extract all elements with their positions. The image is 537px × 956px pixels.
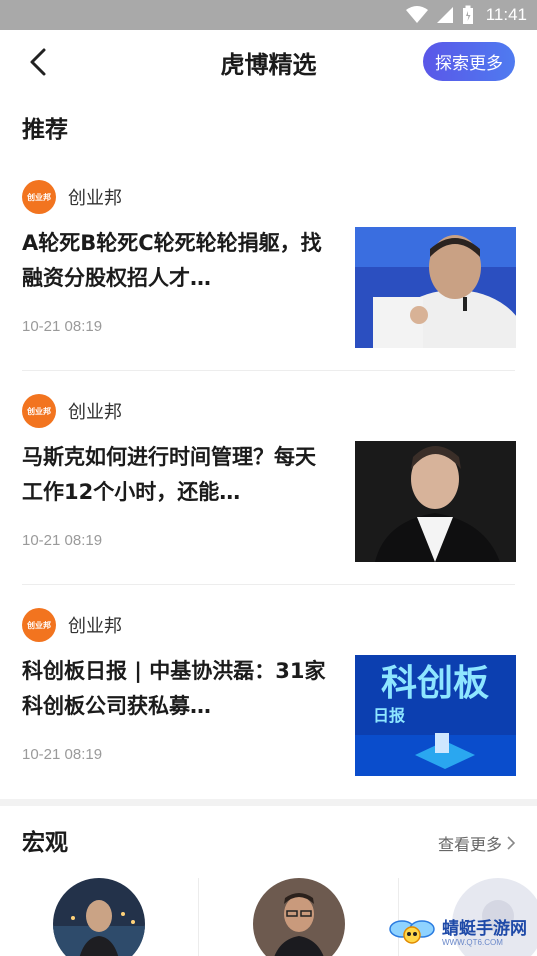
- analyst-avatar[interactable]: [53, 878, 145, 956]
- banner-big-text: 科创板: [381, 663, 489, 704]
- banner-small-text: 日报: [373, 706, 405, 725]
- signal-icon: [436, 7, 453, 23]
- battery-icon: [462, 5, 473, 24]
- article-time: 10-21 08:19: [22, 746, 103, 763]
- source-logo: 创业邦: [22, 608, 56, 642]
- status-bar: 11:41: [0, 0, 537, 30]
- clock: 11:41: [485, 5, 527, 24]
- article-thumbnail[interactable]: [355, 441, 516, 562]
- article-source: 创业邦 创业邦: [22, 608, 122, 642]
- article-card[interactable]: 创业邦 创业邦 马斯克如何进行时间管理？每天工作12个小时，还能… 10-21 …: [0, 394, 537, 608]
- news-banner-image: 科创板 日报: [355, 655, 516, 776]
- source-name: 创业邦: [68, 188, 122, 209]
- avatar-photo: [53, 878, 145, 956]
- watermark-url: WWW.QT6.COM: [442, 937, 503, 947]
- recommend-section-title: 推荐: [22, 117, 68, 143]
- article-time: 10-21 08:19: [22, 532, 103, 549]
- source-name: 创业邦: [68, 616, 122, 637]
- source-name: 创业邦: [68, 402, 122, 423]
- analyst-avatar[interactable]: [253, 878, 345, 956]
- status-icons: 11:41: [405, 0, 537, 30]
- article-thumbnail[interactable]: [355, 227, 516, 348]
- portrait-image: [355, 227, 516, 348]
- article-divider: [22, 370, 515, 371]
- source-logo: 创业邦: [22, 180, 56, 214]
- portrait-image: [355, 441, 516, 562]
- view-more-link[interactable]: 查看更多: [438, 831, 515, 855]
- chevron-right-icon: [507, 836, 515, 850]
- macro-section-title: 宏观: [22, 830, 68, 856]
- watermark: 蜻蜓手游网 WWW.QT6.COM: [388, 915, 527, 951]
- article-card[interactable]: 创业邦 创业邦 A轮死B轮死C轮死轮轮捐躯，找融资分股权招人才… 10-21 0…: [0, 180, 537, 394]
- watermark-name: 蜻蜓手游网: [442, 918, 527, 939]
- article-title[interactable]: 科创板日报 | 中基协洪磊：31家科创板公司获私募…: [22, 654, 327, 724]
- avatar-photo: [253, 878, 345, 956]
- article-thumbnail[interactable]: 科创板 日报: [355, 655, 516, 776]
- explore-more-button[interactable]: 探索更多: [423, 42, 515, 81]
- article-title[interactable]: A轮死B轮死C轮死轮轮捐躯，找融资分股权招人才…: [22, 226, 327, 296]
- article-card[interactable]: 创业邦 创业邦 科创板日报 | 中基协洪磊：31家科创板公司获私募… 10-21…: [0, 608, 537, 822]
- article-title[interactable]: 马斯克如何进行时间管理？每天工作12个小时，还能…: [22, 440, 327, 510]
- article-divider: [22, 584, 515, 585]
- article-time: 10-21 08:19: [22, 318, 103, 335]
- view-more-label: 查看更多: [437, 835, 502, 854]
- dragonfly-logo-icon: [389, 920, 435, 944]
- section-divider: [0, 799, 537, 806]
- column-divider: [198, 878, 199, 956]
- source-logo: 创业邦: [22, 394, 56, 428]
- article-source: 创业邦 创业邦: [22, 180, 122, 214]
- article-source: 创业邦 创业邦: [22, 394, 122, 428]
- top-nav: 虎博精选 探索更多: [0, 30, 537, 94]
- wifi-icon: [405, 6, 428, 23]
